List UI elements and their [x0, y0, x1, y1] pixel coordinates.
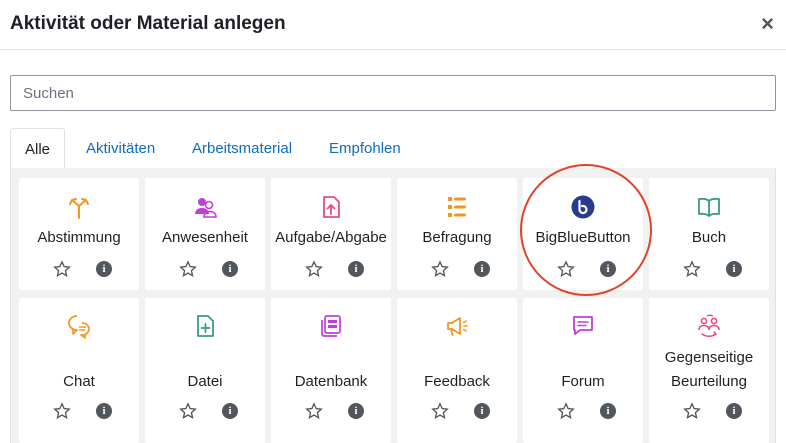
- activity-name: Befragung: [422, 229, 492, 246]
- tab-alle[interactable]: Alle: [10, 128, 66, 170]
- database-icon: [321, 315, 341, 337]
- chat-icon: [68, 315, 90, 339]
- info-icon[interactable]: i: [726, 403, 742, 419]
- attendance-icon: [195, 198, 217, 218]
- info-icon[interactable]: i: [348, 403, 364, 419]
- activity-grid: Abstimmung i Anwesenheit i Aufgabe/Abgab…: [10, 168, 776, 443]
- info-icon[interactable]: i: [600, 403, 616, 419]
- activity-name-line2: Beurteilung: [671, 373, 747, 390]
- activity-card-datenbank[interactable]: Datenbank i: [271, 298, 391, 443]
- info-icon[interactable]: i: [348, 261, 364, 277]
- star-icon[interactable]: [305, 260, 323, 278]
- close-button[interactable]: ×: [761, 12, 774, 36]
- star-icon[interactable]: [431, 402, 449, 420]
- forum-icon: [573, 316, 593, 335]
- modal-title: Aktivität oder Material anlegen: [10, 13, 286, 34]
- star-icon[interactable]: [179, 260, 197, 278]
- megaphone-icon: [447, 317, 468, 336]
- info-icon[interactable]: i: [600, 261, 616, 277]
- activity-card-buch[interactable]: Buch i: [649, 178, 769, 290]
- activity-name: Buch: [691, 229, 727, 246]
- info-icon[interactable]: i: [474, 403, 490, 419]
- activity-card-abstimmung[interactable]: Abstimmung i: [19, 178, 139, 290]
- tab-arbeitsmaterial[interactable]: Arbeitsmaterial: [178, 128, 306, 169]
- info-icon[interactable]: i: [222, 261, 238, 277]
- activity-name: Datenbank: [294, 373, 368, 390]
- bigbluebutton-icon: [571, 195, 595, 219]
- star-icon[interactable]: [179, 402, 197, 420]
- workshop-icon: [698, 314, 720, 337]
- activity-name: Aufgabe/Abgabe: [275, 229, 387, 246]
- info-icon[interactable]: i: [222, 403, 238, 419]
- file-icon: [197, 315, 214, 337]
- activity-name: Datei: [187, 373, 223, 390]
- star-icon[interactable]: [305, 402, 323, 420]
- tab-empfohlen[interactable]: Empfohlen: [315, 128, 415, 169]
- star-icon[interactable]: [53, 402, 71, 420]
- search-input[interactable]: [10, 75, 776, 111]
- star-icon[interactable]: [431, 260, 449, 278]
- star-icon[interactable]: [557, 260, 575, 278]
- choice-icon: [69, 198, 89, 219]
- activity-name: Anwesenheit: [162, 229, 248, 246]
- info-icon[interactable]: i: [96, 403, 112, 419]
- activity-card-forum[interactable]: Forum i: [523, 298, 643, 443]
- activity-name: Abstimmung: [37, 229, 121, 246]
- assignment-icon: [323, 196, 340, 218]
- activity-card-anwesenheit[interactable]: Anwesenheit i: [145, 178, 265, 290]
- modal-header: Aktivität oder Material anlegen ×: [0, 0, 786, 50]
- activity-name: Feedback: [424, 373, 490, 390]
- star-icon[interactable]: [557, 402, 575, 420]
- activity-card-befragung[interactable]: Befragung i: [397, 178, 517, 290]
- star-icon[interactable]: [53, 260, 71, 278]
- activity-card-aufgabe[interactable]: Aufgabe/Abgabe i: [271, 178, 391, 290]
- activity-name-line1: Gegenseitige: [664, 349, 754, 366]
- activity-name: Chat: [63, 373, 95, 390]
- activity-card-bigbluebutton[interactable]: BigBlueButton i: [523, 178, 643, 290]
- star-icon[interactable]: [683, 260, 701, 278]
- book-icon: [698, 197, 720, 217]
- tab-bar: Alle Aktivitäten Arbeitsmaterial Empfohl…: [10, 128, 776, 170]
- info-icon[interactable]: i: [96, 261, 112, 277]
- activity-card-feedback[interactable]: Feedback i: [397, 298, 517, 443]
- activity-card-chat[interactable]: Chat i: [19, 298, 139, 443]
- info-icon[interactable]: i: [474, 261, 490, 277]
- star-icon[interactable]: [683, 402, 701, 420]
- info-icon[interactable]: i: [726, 261, 742, 277]
- activity-card-datei[interactable]: Datei i: [145, 298, 265, 443]
- tab-aktivitaeten[interactable]: Aktivitäten: [72, 128, 169, 169]
- activity-name: BigBlueButton: [535, 229, 631, 246]
- feedback-list-icon: [448, 197, 466, 217]
- activity-card-gegenseitige-beurteilung[interactable]: Gegenseitige Beurteilung i: [649, 298, 769, 443]
- activity-name: Forum: [561, 373, 605, 390]
